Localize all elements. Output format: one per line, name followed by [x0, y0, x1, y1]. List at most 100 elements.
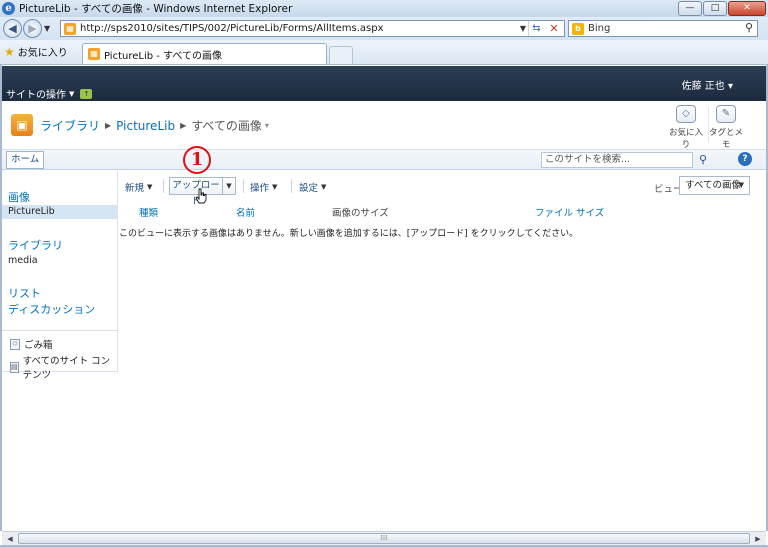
help-icon[interactable]: ? — [738, 152, 752, 166]
settings-menu-label: 設定 — [299, 183, 319, 194]
stop-icon[interactable]: ✕ — [546, 21, 562, 36]
chevron-down-icon: ▼ — [738, 181, 744, 189]
browser-tab-active[interactable]: ▦ PictureLib - すべての画像 — [82, 43, 327, 64]
actions-menu[interactable]: 操作 ▼ — [250, 180, 277, 194]
quicklaunch-item-media[interactable]: media — [8, 255, 38, 266]
column-header-picture-size: 画像のサイズ — [332, 208, 389, 219]
like-tag-icon: ◇ — [676, 105, 696, 123]
quicklaunch-heading-libraries[interactable]: ライブラリ — [8, 237, 63, 253]
column-header-file-size[interactable]: ファイル サイズ — [535, 205, 604, 219]
column-header-type[interactable]: 種類 — [139, 205, 158, 219]
recycle-bin-label: ごみ箱 — [24, 340, 53, 351]
all-site-content-label: すべてのサイト コンテンツ — [22, 356, 111, 381]
tag-note-icon: ✎ — [716, 105, 736, 123]
chevron-down-icon[interactable]: ▾ — [265, 121, 269, 130]
bing-icon: b — [572, 22, 584, 35]
scrollbar-thumb[interactable]: ⁞⁞⁞ — [18, 533, 750, 544]
site-search-input[interactable]: このサイトを検索... — [541, 152, 693, 168]
favorites-button[interactable]: ★ お気に入り — [4, 44, 68, 60]
quicklaunch-item-picturelib[interactable]: PictureLib — [2, 205, 117, 219]
column-header-row: 種類 名前 画像のサイズ ファイル サイズ — [119, 205, 759, 220]
horizontal-scrollbar[interactable]: ◀ ⁞⁞⁞ ▶ — [2, 531, 766, 545]
quicklaunch-heading-discussions[interactable]: ディスカッション — [8, 301, 95, 317]
new-menu-label: 新規 — [125, 183, 145, 194]
step-number-marker: 1 — [183, 146, 211, 174]
settings-menu[interactable]: 設定 ▼ — [299, 180, 326, 194]
tab-home[interactable]: ホーム — [6, 151, 45, 169]
recycle-bin-link[interactable]: ♲ ごみ箱 — [10, 337, 53, 351]
tab-title: PictureLib - すべての画像 — [104, 50, 222, 62]
toolbar-separator — [243, 179, 244, 193]
favorites-bar: ★ お気に入り ▦ PictureLib - すべての画像 — [0, 40, 768, 65]
scroll-right-icon[interactable]: ▶ — [751, 533, 765, 545]
browser-search-field[interactable]: b Bing ⚲ — [568, 20, 758, 37]
quicklaunch-divider — [2, 330, 118, 331]
like-label: お気に入り — [668, 128, 703, 150]
all-site-content-link[interactable]: ▤ すべてのサイト コンテンツ — [10, 353, 117, 381]
empty-view-message: このビューに表示する画像はありません。新しい画像を追加するには、[アップロード]… — [119, 229, 579, 239]
user-menu[interactable]: 佐藤 正也 ▾ — [682, 77, 733, 92]
search-icon[interactable]: ⚲ — [695, 152, 711, 168]
internet-explorer-icon: e — [2, 2, 15, 15]
chevron-down-icon: ▾ — [727, 81, 733, 92]
i-like-it-button[interactable]: ◇ お気に入り — [668, 105, 704, 150]
toolbar-separator — [163, 179, 164, 193]
recycle-bin-icon: ♲ — [10, 338, 20, 350]
actions-menu-label: 操作 — [250, 183, 270, 194]
address-field[interactable]: ▦ http://sps2010/sites/TIPS/002/PictureL… — [60, 20, 565, 37]
breadcrumb-current-view[interactable]: すべての画像 — [191, 117, 262, 134]
new-menu[interactable]: 新規 ▼ — [125, 180, 152, 194]
address-bar-row: ◀ ▶ ▼ ▦ http://sps2010/sites/TIPS/002/Pi… — [0, 17, 768, 40]
chevron-down-icon: ▼ — [272, 183, 278, 191]
refresh-icon[interactable]: ⇆ — [528, 21, 544, 36]
window-controls: — □ ✕ — [677, 1, 766, 16]
chevron-down-icon: ▼ — [147, 183, 153, 191]
new-tab-button[interactable] — [329, 46, 353, 64]
breadcrumb-picturelib-link[interactable]: PictureLib — [116, 119, 175, 133]
tags-notes-button[interactable]: ✎ タグとメモ — [708, 105, 744, 150]
navigate-up-icon[interactable]: ↑ — [80, 88, 93, 99]
page-favicon-icon: ▦ — [64, 22, 76, 35]
quick-launch: 画像 PictureLib ライブラリ media リスト ディスカッション ♲… — [2, 171, 118, 381]
quicklaunch-heading-pictures[interactable]: 画像 — [8, 189, 30, 205]
magnifier-icon[interactable]: ⚲ — [745, 21, 753, 34]
user-name: 佐藤 正也 — [681, 81, 725, 92]
forward-arrow-icon: ▶ — [28, 22, 37, 35]
site-actions-menu[interactable]: サイトの操作 ▼ ↑ — [6, 86, 93, 101]
view-selector[interactable]: すべての画像 ▼ — [679, 176, 750, 195]
breadcrumb: ライブラリ ▶ PictureLib ▶ すべての画像 ▾ — [40, 117, 269, 134]
address-url[interactable]: http://sps2010/sites/TIPS/002/PictureLib… — [80, 23, 384, 34]
toolbar-separator — [291, 179, 292, 193]
star-icon: ★ — [4, 44, 15, 59]
search-provider-label: Bing — [588, 23, 611, 34]
sharepoint-ribbon-bar: サイトの操作 ▼ ↑ 佐藤 正也 ▾ — [2, 66, 766, 101]
recent-pages-dropdown[interactable]: ▼ — [44, 24, 50, 33]
restore-button[interactable]: □ — [703, 1, 727, 16]
breadcrumb-separator-icon: ▶ — [180, 121, 187, 130]
tags-label: タグとメモ — [708, 128, 743, 150]
list-toolbar: 新規 ▼ アップロード ▼ 操作 ▼ 設定 ▼ ビュー: すべての画像 ▼ — [119, 176, 759, 207]
window-title: PictureLib - すべての画像 - Windows Internet E… — [19, 3, 293, 15]
forward-button[interactable]: ▶ — [23, 19, 42, 38]
minimize-button[interactable]: — — [678, 1, 702, 16]
column-header-name[interactable]: 名前 — [236, 205, 255, 219]
site-content-icon: ▤ — [10, 361, 19, 373]
address-dropdown-icon[interactable]: ▼ — [520, 24, 526, 33]
favorites-label: お気に入り — [17, 48, 68, 59]
quicklaunch-heading-lists[interactable]: リスト — [8, 285, 41, 301]
scroll-left-icon[interactable]: ◀ — [3, 533, 17, 545]
site-actions-label: サイトの操作 — [6, 90, 66, 101]
page-title-area: ▣ ライブラリ ▶ PictureLib ▶ すべての画像 ▾ ◇ お気に入り … — [2, 101, 766, 150]
back-button[interactable]: ◀ — [3, 19, 22, 38]
picture-library-icon: ▣ — [11, 114, 33, 136]
back-arrow-icon: ◀ — [8, 22, 17, 35]
breadcrumb-separator-icon: ▶ — [105, 121, 112, 130]
window-titlebar: e PictureLib - すべての画像 - Windows Internet… — [0, 0, 768, 17]
close-button[interactable]: ✕ — [728, 1, 766, 16]
chevron-down-icon: ▼ — [321, 183, 327, 191]
upload-dropdown-icon[interactable]: ▼ — [223, 178, 235, 194]
tab-favicon-icon: ▦ — [88, 48, 100, 60]
view-selector-value: すべての画像 — [685, 180, 741, 191]
hand-pointer-cursor-icon — [195, 188, 207, 204]
breadcrumb-libraries-link[interactable]: ライブラリ — [40, 117, 100, 134]
